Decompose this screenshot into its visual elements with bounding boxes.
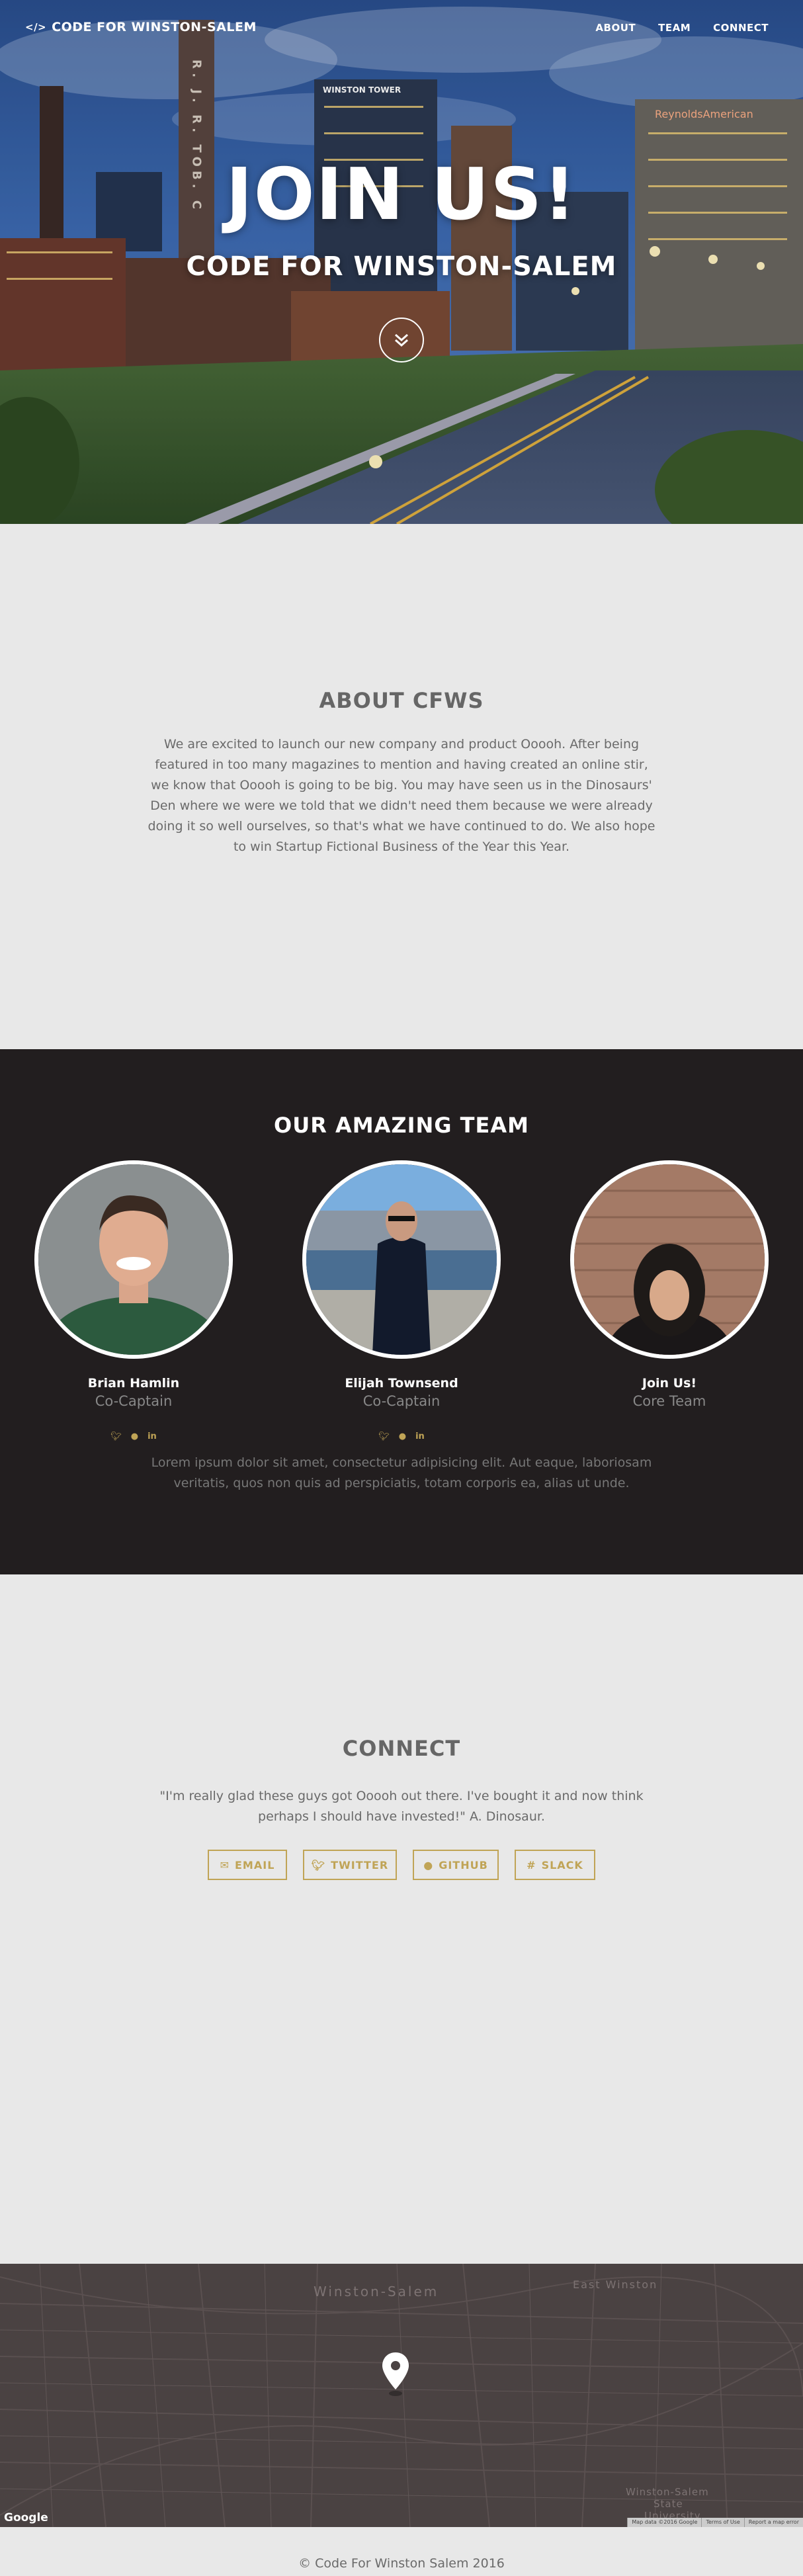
linkedin-icon[interactable]: in [415,1432,425,1441]
map-data-credit: Map data ©2016 Google [627,2518,701,2527]
about-section: ABOUT CFWS We are excited to launch our … [0,524,803,1049]
twitter-icon[interactable]: 🐦︎ [110,1432,122,1441]
github-icon: ● [423,1858,434,1871]
team-section: OUR AMAZING TEAM Brian Hamlin Co-Captain… [0,1049,803,1574]
member-socials: 🐦︎ ● in [302,1432,501,1441]
member-name: Join Us! [642,1376,697,1391]
map-label-winston-salem: Winston-Salem [314,2284,439,2299]
github-icon[interactable]: ● [399,1432,406,1441]
github-button[interactable]: ● GITHUB [413,1850,499,1880]
twitter-label: TWITTER [331,1858,389,1871]
nav-link-team[interactable]: TEAM [658,22,691,34]
map-label-east-winston: East Winston [573,2278,658,2291]
member-socials: 🐦︎ ● in [34,1432,233,1441]
map-embed[interactable]: Winston-Salem East Winston Winston-Salem… [0,2264,803,2527]
connect-buttons: ✉ EMAIL 🐦︎ TWITTER ● GITHUB # SLACK [0,1850,803,1880]
nav-link-about[interactable]: ABOUT [595,22,636,34]
connect-title: CONNECT [342,1736,461,1761]
member-role: Co-Captain [362,1393,441,1409]
map-pin-icon[interactable] [381,2351,410,2397]
team-member-card: Elijah Townsend Co-Captain 🐦︎ ● in [302,1160,501,1441]
linkedin-icon[interactable]: in [148,1432,157,1441]
member-name: Brian Hamlin [87,1376,180,1391]
nav-link-connect[interactable]: CONNECT [713,22,769,34]
map-attribution: Map data ©2016 Google Terms of Use Repor… [627,2518,803,2527]
team-description: Lorem ipsum dolor sit amet, consectetur … [151,1455,652,1490]
copyright-text: © Code For Winston Salem 2016 [298,2556,505,2571]
brand-link[interactable]: </> CODE FOR WINSTON-SALEM [25,20,257,34]
google-logo: Google [4,2511,48,2524]
connect-quote: "I'm really glad these guys got Ooooh ou… [159,1789,644,1824]
twitter-icon[interactable]: 🐦︎ [378,1432,390,1441]
scroll-down-button[interactable] [379,318,424,363]
team-title: OUR AMAZING TEAM [274,1113,529,1138]
github-icon[interactable]: ● [131,1432,138,1441]
avatar [302,1160,501,1359]
about-title: ABOUT CFWS [319,688,484,713]
member-role: Co-Captain [95,1393,173,1409]
email-label: EMAIL [235,1858,275,1871]
twitter-button[interactable]: 🐦︎ TWITTER [303,1850,397,1880]
avatar [34,1160,233,1359]
team-member-card: Brian Hamlin Co-Captain 🐦︎ ● in [34,1160,233,1441]
twitter-icon: 🐦︎ [311,1858,326,1871]
hero-section: R. J. R. TOB. C WINSTON TOWER ReynoldsAm… [0,0,803,524]
top-navbar: </> CODE FOR WINSTON-SALEM ABOUT TEAM CO… [0,0,803,58]
github-label: GITHUB [439,1858,488,1871]
code-icon: </> [25,21,47,33]
member-role: Core Team [632,1393,706,1409]
nav-links: ABOUT TEAM CONNECT [595,22,769,34]
slack-button[interactable]: # SLACK [515,1850,595,1880]
map-label-wssu-2: State [654,2498,683,2510]
envelope-icon: ✉ [220,1858,230,1871]
team-member-card: Join Us! Core Team [570,1160,769,1409]
slack-icon: # [527,1858,536,1871]
terms-of-use-link[interactable]: Terms of Use [701,2518,743,2527]
map-label-wssu: Winston-Salem [626,2486,709,2498]
email-button[interactable]: ✉ EMAIL [208,1850,287,1880]
about-body: We are excited to launch our new company… [148,737,655,854]
double-chevron-down-icon [395,333,408,347]
footer: © Code For Winston Salem 2016 [0,2527,803,2576]
member-name: Elijah Townsend [345,1376,458,1391]
report-map-error-link[interactable]: Report a map error [743,2518,803,2527]
avatar [570,1160,769,1359]
slack-label: SLACK [541,1858,583,1871]
hero-title: JOIN US! [226,153,577,236]
brand-name: CODE FOR WINSTON-SALEM [52,20,257,34]
connect-section: CONNECT "I'm really glad these guys got … [0,1574,803,2264]
hero-subtitle: CODE FOR WINSTON-SALEM [186,251,617,282]
